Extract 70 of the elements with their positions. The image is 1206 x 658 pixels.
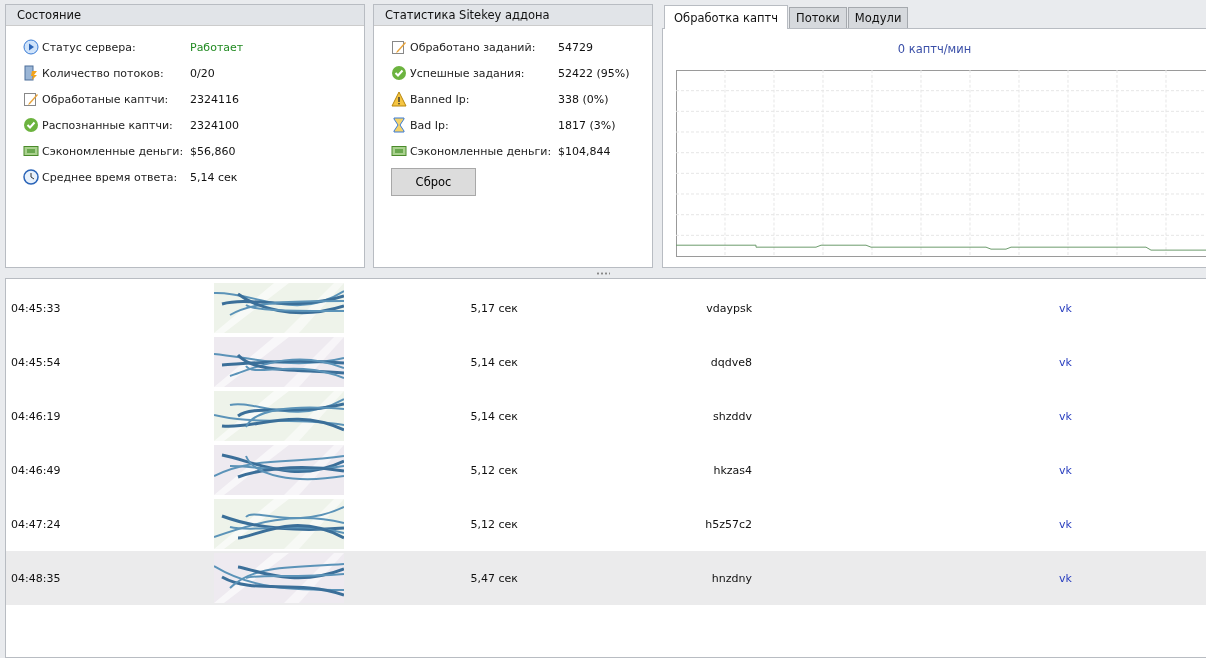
stat-value: 338 (0%) [558,92,609,106]
edit-icon [391,39,407,55]
stat-label: Успешные задания: [410,66,526,80]
answer-cell-text: hnzdny [710,571,752,585]
stat-value: 1817 (3%) [558,118,616,132]
stat-label: Среднее время ответа: [42,170,179,184]
stat-value: 0/20 [190,66,215,80]
stat-value: 5,14 сек [190,170,238,184]
module-cell-text: vk [1058,409,1072,423]
module-cell-text: vk [1058,301,1072,315]
module-cell-text: vk [1058,517,1072,531]
duration-cell-text: 5,47 сек [469,571,518,585]
time-cell-text: 04:46:19 [10,409,62,423]
log-row[interactable]: 04:45:54 5,14 сек dqdve8 vk [6,335,1206,389]
panel-title: Статистика Sitekey аддона [374,5,652,26]
stat-label: Обработаные каптчи: [42,92,170,106]
log-row[interactable]: 04:47:24 5,12 сек h5z57c2 vk [6,497,1206,551]
edit-icon [23,91,39,107]
panel-title: Состояние [6,5,364,26]
stat-value: Работает [190,40,244,54]
time-cell-text: 04:48:35 [10,571,62,585]
check-icon [23,117,39,133]
warning-icon [391,91,407,107]
log-row[interactable]: 04:48:35 5,47 сек hnzdny vk [6,551,1206,605]
module-cell-text: vk [1058,355,1072,369]
stat-label: Banned Ip: [410,92,471,106]
stat-value: $104,844 [558,144,611,158]
log-row[interactable]: 04:46:49 5,12 сек hkzas4 vk [6,443,1206,497]
answer-cell-text: dqdve8 [709,355,752,369]
check-icon [391,65,407,81]
clock-icon [23,169,39,185]
threads-icon [23,65,39,81]
duration-cell-text: 5,12 сек [469,517,518,531]
stat-label: Статус сервера: [42,40,137,54]
time-cell-text: 04:45:33 [10,301,62,315]
money-icon [23,143,39,159]
stat-value: 2324100 [190,118,239,132]
tab[interactable]: Обработка каптч [664,5,788,29]
stat-label: Сэкономленные деньги: [410,144,553,158]
stat-value: 2324116 [190,92,239,106]
play-icon [23,39,39,55]
hourglass-icon [391,117,407,133]
stat-label: Распознанные каптчи: [42,118,174,132]
time-cell-text: 04:47:24 [10,517,62,531]
answer-cell-text: hkzas4 [712,463,752,477]
stat-label: Bad Ip: [410,118,450,132]
time-cell-text: 04:46:49 [10,463,62,477]
log-row[interactable]: 04:45:33 5,17 сек vdaypsk vk [6,281,1206,335]
stat-label: Обработано заданий: [410,40,537,54]
reset-button[interactable]: Сброс [391,168,476,196]
duration-cell-text: 5,17 сек [469,301,518,315]
stat-value: 52422 (95%) [558,66,630,80]
answer-cell-text: vdaypsk [705,301,752,315]
tab[interactable]: Потоки [789,7,847,28]
rate-label: 0 каптч/мин [896,41,973,58]
answer-cell-text: shzddv [712,409,752,423]
stat-label: Количество потоков: [42,66,165,80]
log-row[interactable]: 04:46:19 5,14 сек shzddv vk [6,389,1206,443]
time-cell-text: 04:45:54 [10,355,62,369]
money-icon [391,143,407,159]
module-cell-text: vk [1058,571,1072,585]
stat-label: Сэкономленные деньги: [42,144,185,158]
tab[interactable]: Модули [847,7,909,28]
module-cell-text: vk [1058,463,1072,477]
stat-value: $56,860 [190,144,236,158]
answer-cell-text: h5z57c2 [704,517,752,531]
duration-cell-text: 5,12 сек [469,463,518,477]
duration-cell-text: 5,14 сек [469,355,518,369]
duration-cell-text: 5,14 сек [469,409,518,423]
stat-value: 54729 [558,40,593,54]
